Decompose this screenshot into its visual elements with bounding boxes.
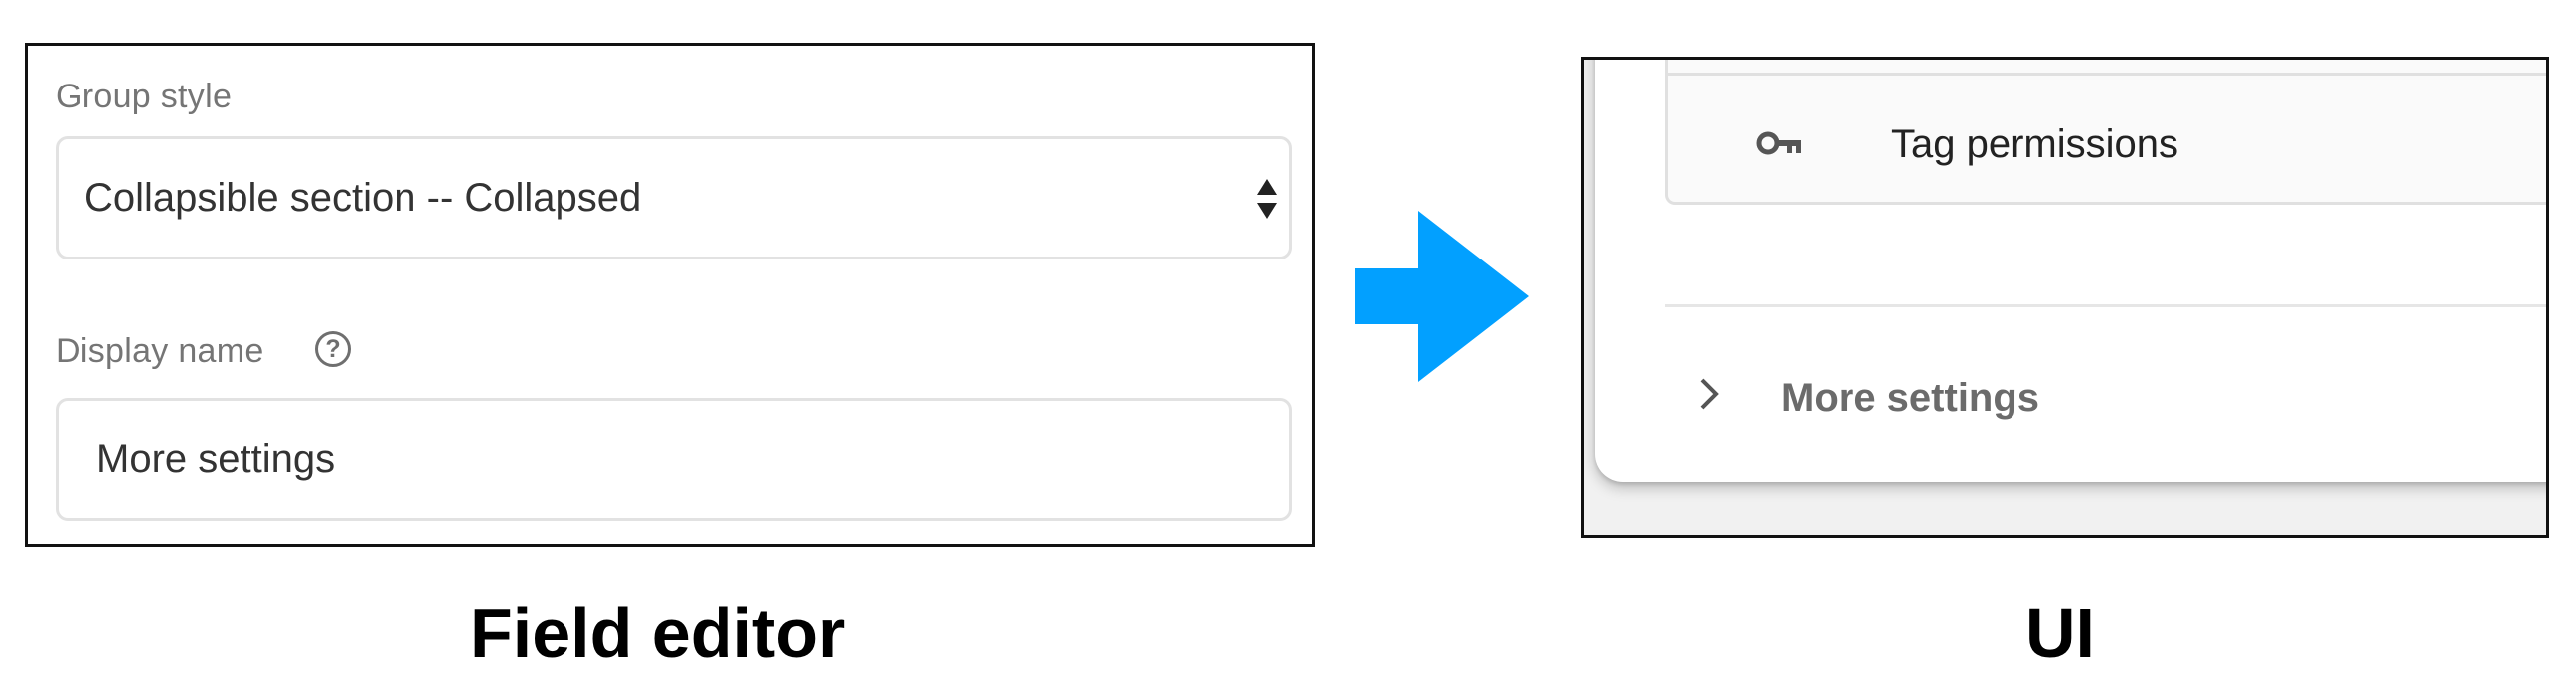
ui-caption: UI (2025, 595, 2095, 672)
select-arrows-icon (1257, 179, 1277, 219)
display-name-label: Display name (56, 332, 264, 370)
help-icon[interactable]: ? (315, 331, 351, 367)
group-style-label: Group style (56, 78, 233, 115)
chevron-right-icon[interactable] (1699, 377, 1719, 411)
more-settings-toggle[interactable]: More settings (1781, 376, 2039, 421)
group-style-select[interactable]: Collapsible section -- Collapsed (56, 136, 1292, 260)
settings-card: Tag permissions More settings (1595, 60, 2546, 482)
item-separator (1668, 73, 2546, 76)
tag-permissions-item[interactable]: Tag permissions (1665, 60, 2546, 205)
group-style-selected-value: Collapsible section -- Collapsed (84, 176, 642, 220)
ui-preview-frame: Tag permissions More settings (1581, 57, 2549, 538)
display-name-input[interactable]: More settings (56, 398, 1292, 521)
field-editor-caption: Field editor (470, 595, 846, 672)
arrow-right-icon (1355, 211, 1529, 382)
field-editor-panel: Group style Collapsible section -- Colla… (25, 43, 1315, 547)
tag-permissions-label: Tag permissions (1891, 122, 2179, 166)
display-name-value: More settings (96, 437, 336, 481)
section-divider (1665, 304, 2546, 307)
key-icon (1756, 131, 1801, 155)
